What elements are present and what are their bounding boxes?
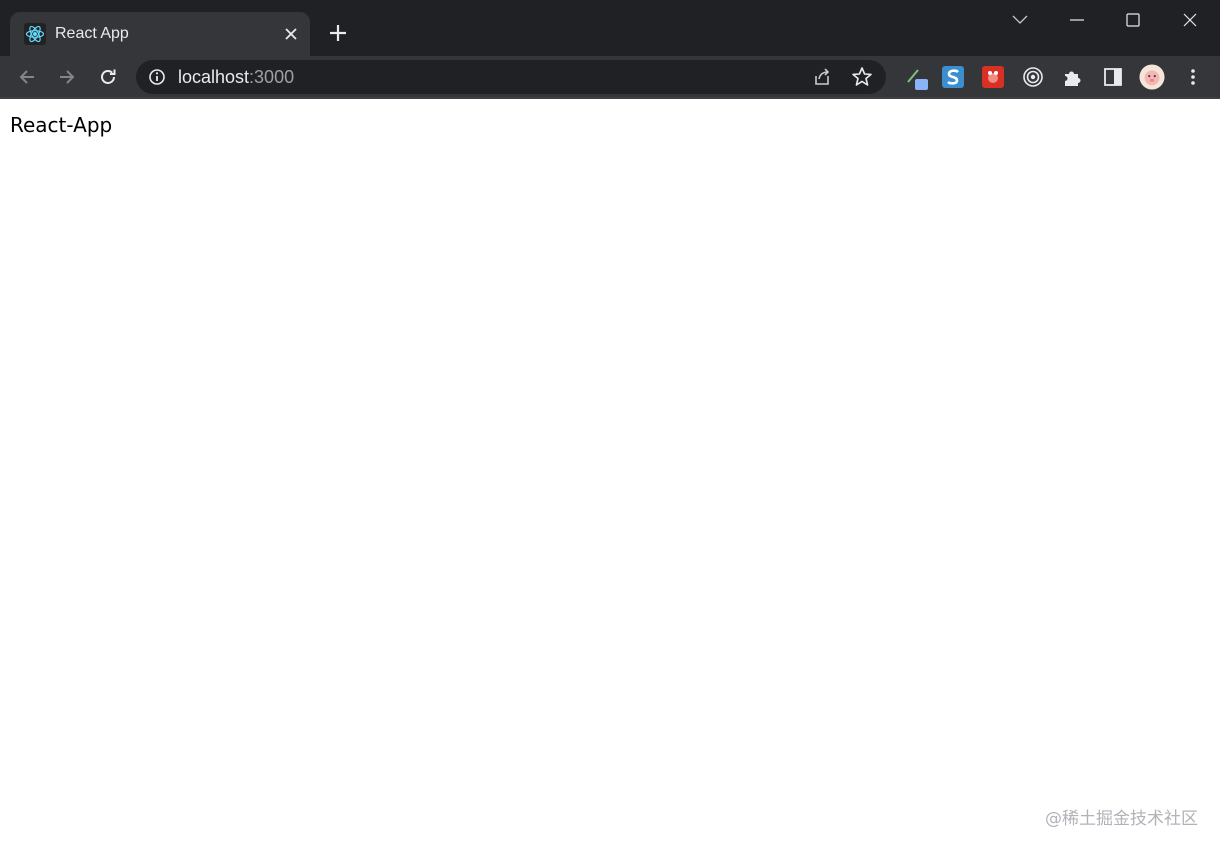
- url-port: :3000: [249, 67, 295, 87]
- browser-toolbar: localhost:3000: [0, 56, 1220, 98]
- tab-react-app[interactable]: React App: [10, 12, 310, 56]
- tab-close-button[interactable]: [280, 23, 302, 45]
- address-bar[interactable]: localhost:3000: [136, 60, 886, 94]
- bookmark-star-icon[interactable]: [850, 65, 874, 89]
- more-vertical-icon: [1191, 69, 1195, 85]
- maximize-icon: [1126, 13, 1140, 27]
- tab-title: React App: [55, 25, 129, 42]
- watermark: @稀土掘金技术社区: [1045, 809, 1198, 829]
- minimize-icon: [1070, 19, 1084, 21]
- arrow-left-icon: [19, 70, 34, 84]
- side-panel-icon[interactable]: [1100, 64, 1126, 90]
- close-icon: [1183, 13, 1197, 27]
- window-close-button[interactable]: [1168, 6, 1212, 34]
- forward-button[interactable]: [53, 63, 81, 91]
- maximize-button[interactable]: [1111, 6, 1155, 34]
- minimize-button[interactable]: [1055, 6, 1099, 34]
- back-button[interactable]: [13, 63, 41, 91]
- profile-avatar[interactable]: [1139, 64, 1165, 90]
- react-logo-icon: [24, 23, 46, 45]
- extension-target-icon[interactable]: [1020, 64, 1046, 90]
- extension-color-picker-icon[interactable]: [904, 64, 930, 90]
- reload-button[interactable]: [94, 63, 122, 91]
- avatar-icon: [1139, 64, 1165, 90]
- app-heading: React-App: [10, 113, 113, 137]
- url-host: localhost: [178, 67, 250, 87]
- new-tab-button[interactable]: [324, 19, 352, 47]
- tab-search-button[interactable]: [998, 6, 1042, 34]
- extensions-puzzle-icon[interactable]: [1060, 64, 1086, 90]
- page-viewport: React-App @稀土掘金技术社区: [0, 99, 1220, 851]
- reload-icon: [101, 69, 116, 84]
- share-icon[interactable]: [810, 65, 834, 89]
- browser-menu-button[interactable]: [1180, 64, 1206, 90]
- close-icon: [285, 28, 297, 40]
- chevron-down-icon: [1012, 15, 1028, 24]
- tab-strip: React App: [0, 0, 1220, 56]
- extension-s-icon[interactable]: [940, 64, 966, 90]
- extension-bug-icon[interactable]: [980, 64, 1006, 90]
- url-text[interactable]: localhost:3000: [178, 68, 294, 86]
- plus-icon: [330, 25, 346, 41]
- info-icon[interactable]: [148, 68, 166, 86]
- arrow-right-icon: [60, 70, 75, 84]
